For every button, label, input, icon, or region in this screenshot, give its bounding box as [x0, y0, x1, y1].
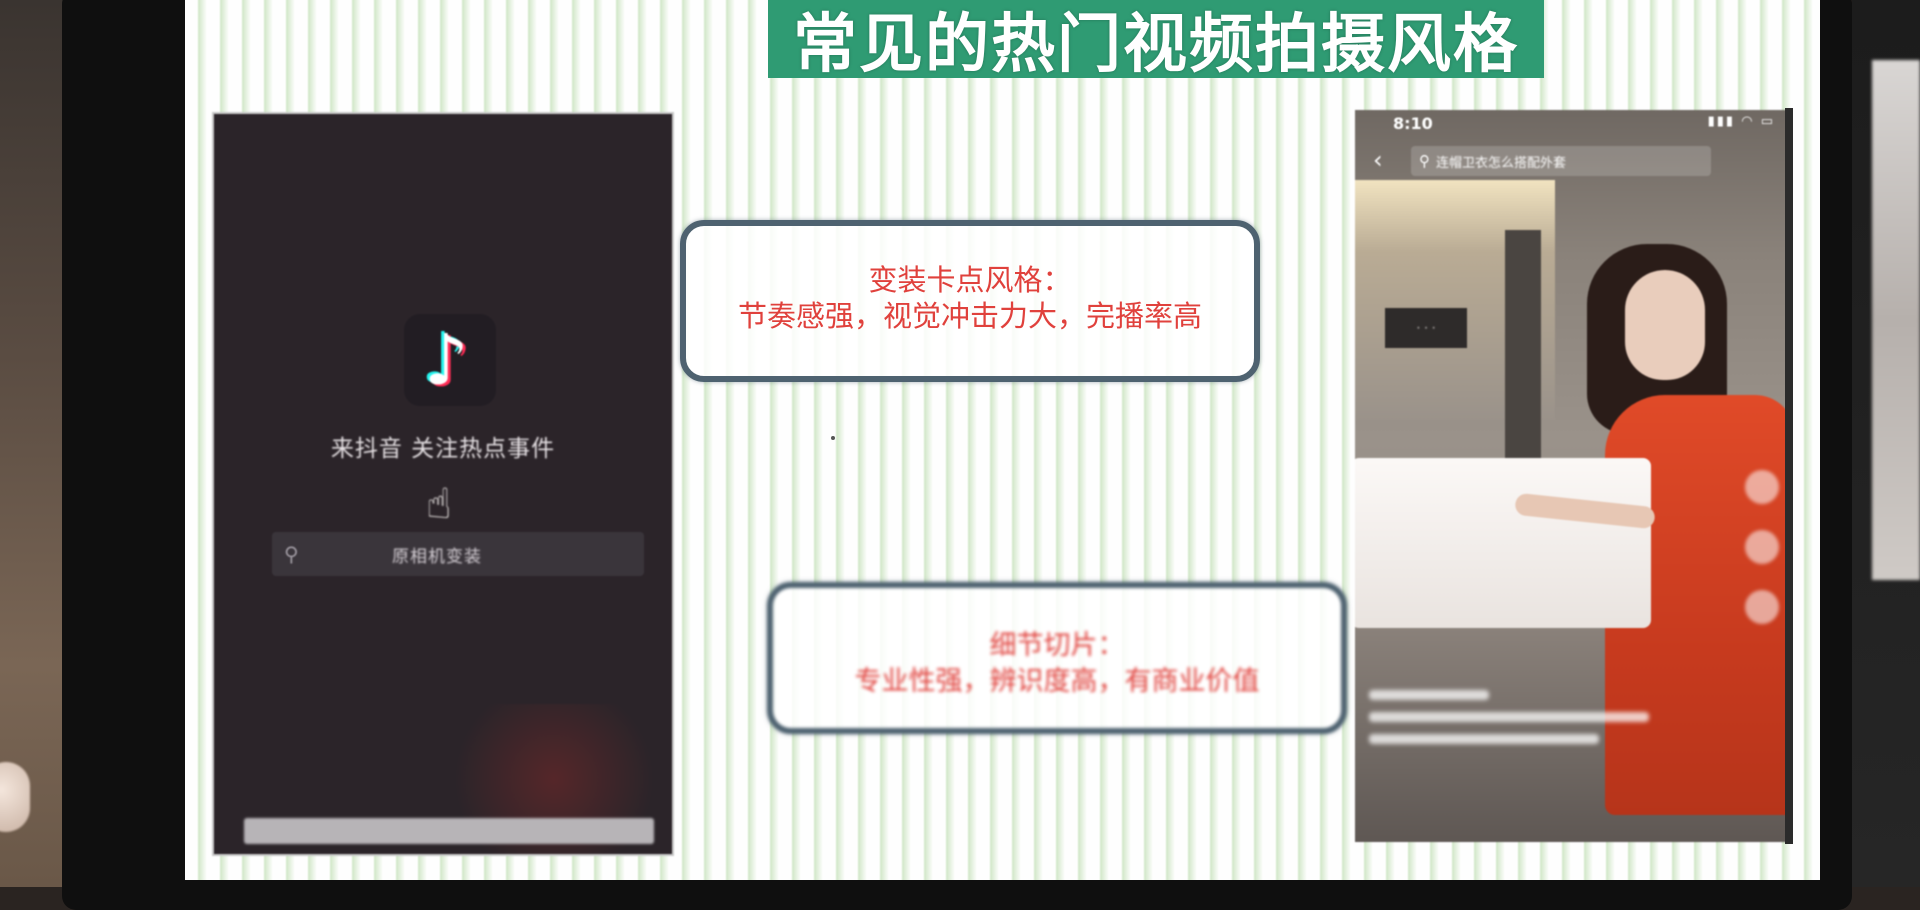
- finger: [0, 762, 30, 832]
- side-action-icons: [1745, 470, 1785, 650]
- phone-screenshot-right: · · · 8:10 ▮▮▮ ◠ ▭ ‹ ⚲ 连帽卫衣怎么搭配外套: [1355, 110, 1791, 842]
- screenshot-edge: [1785, 108, 1793, 844]
- search-bar-text: 原相机变装: [392, 546, 482, 567]
- slide-title: 常见的热门视频拍摄风格: [793, 8, 1519, 82]
- adjacent-screen-edge: [1872, 60, 1920, 580]
- text-box-detail: 细节切片： 专业性强，辨识度高，有商业价值: [767, 582, 1347, 734]
- search-icon: ⚲: [1419, 152, 1430, 170]
- person-face: [1625, 270, 1705, 380]
- phone-screenshot-left: ♪ ♪ ♪ 来抖音 关注热点事件 ☝ ⚲ 原相机变装: [212, 112, 674, 856]
- search-bar[interactable]: ⚲ 原相机变装: [272, 532, 644, 576]
- white-box: [1355, 458, 1651, 628]
- box-body: 专业性强，辨识度高，有商业价值: [854, 666, 1260, 697]
- comment-icon[interactable]: [1745, 530, 1779, 564]
- search-icon: ⚲: [284, 542, 299, 566]
- battery-icon: ▭: [1760, 114, 1775, 129]
- douyin-slogan: 来抖音 关注热点事件: [330, 436, 556, 462]
- status-time: 8:10: [1393, 114, 1433, 133]
- bottom-bar: [244, 818, 654, 844]
- box-heading: 细节切片：: [989, 630, 1125, 661]
- slide: 常见的热门视频拍摄风格 ♪ ♪ ♪ 来抖音 关注热点事件 ☝ ⚲ 原相机变装 变…: [185, 0, 1820, 880]
- search-input[interactable]: ⚲ 连帽卫衣怎么搭配外套: [1411, 146, 1711, 176]
- dot: [831, 436, 835, 440]
- text-box-transformation: 变装卡点风格： 节奏感强，视觉冲击力大，完播率高: [680, 220, 1260, 382]
- share-icon[interactable]: [1745, 590, 1779, 624]
- box-body: 节奏感强，视觉冲击力大，完播率高: [737, 299, 1202, 333]
- wifi-icon: ◠: [1741, 114, 1755, 129]
- like-icon[interactable]: [1745, 470, 1779, 504]
- signal-icon: ▮▮▮: [1707, 114, 1736, 129]
- status-icons: ▮▮▮ ◠ ▭: [1708, 114, 1775, 129]
- back-icon[interactable]: ‹: [1373, 146, 1383, 174]
- door-plaque: · · ·: [1385, 308, 1467, 348]
- hand-cursor-icon: ☝: [426, 479, 452, 528]
- video-caption: [1369, 690, 1669, 756]
- title-band: 常见的热门视频拍摄风格: [768, 0, 1544, 82]
- search-query: 连帽卫衣怎么搭配外套: [1436, 155, 1567, 171]
- tiktok-logo-icon: ♪ ♪ ♪: [404, 314, 496, 406]
- nav-row: ‹ ⚲ 连帽卫衣怎么搭配外套: [1355, 142, 1791, 182]
- box-heading: 变装卡点风格：: [868, 263, 1072, 297]
